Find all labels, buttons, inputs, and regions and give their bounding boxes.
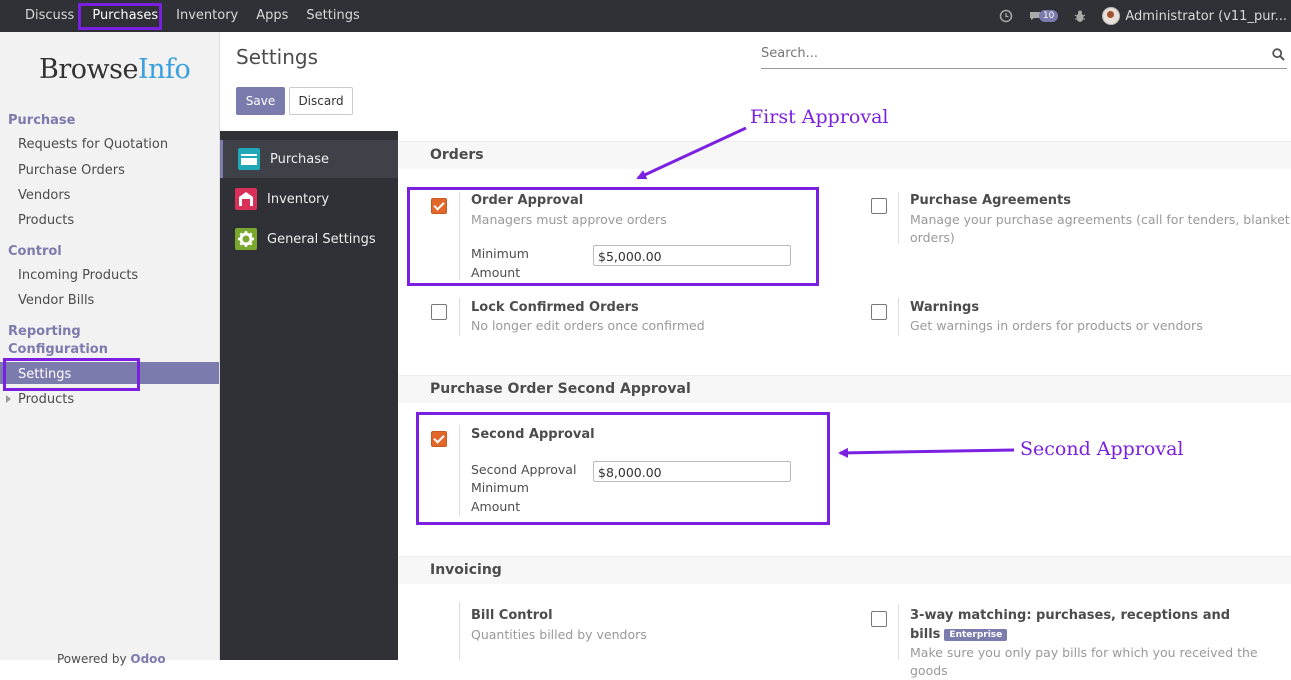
annotation-arrows — [636, 126, 1015, 458]
second-approval-annotation: Second Approval — [1020, 438, 1184, 460]
first-approval-annotation: First Approval — [750, 106, 889, 128]
